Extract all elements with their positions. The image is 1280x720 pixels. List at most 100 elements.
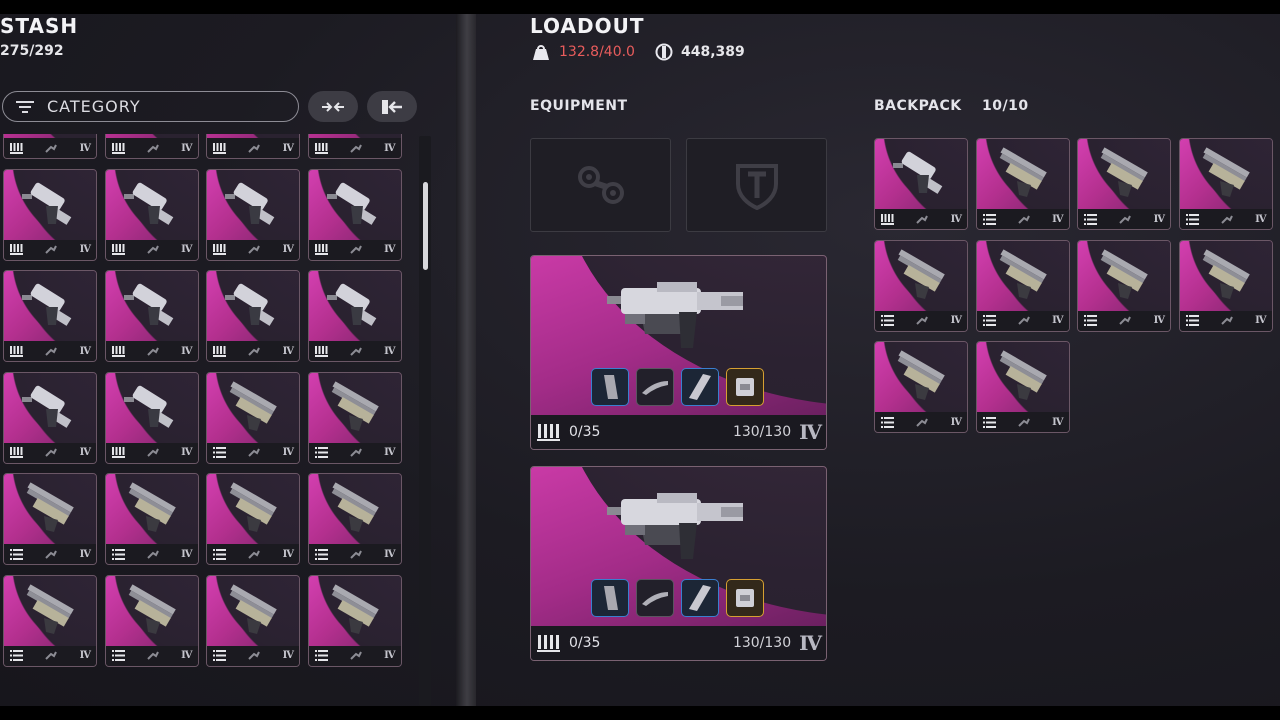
- smg-weapon-icon: [22, 182, 72, 225]
- attachment-icon: [916, 418, 929, 427]
- rifle-weapon-icon: [331, 380, 379, 431]
- stock-attachment[interactable]: [681, 368, 719, 406]
- item-card[interactable]: IV: [975, 341, 1070, 433]
- arrow-into-box-icon: [382, 99, 402, 114]
- tier-badge: IV: [282, 142, 294, 154]
- smg-weapon-icon: [22, 283, 72, 326]
- stash-capacity: 275/292: [0, 43, 64, 59]
- sight-attachment[interactable]: [726, 368, 764, 406]
- ammo-lines-icon: [213, 447, 226, 458]
- ammo-lines-icon: [1185, 213, 1199, 225]
- item-card[interactable]: IV: [1178, 138, 1273, 230]
- rifle-weapon-icon: [229, 380, 277, 431]
- ammo-bars-icon: [537, 635, 560, 652]
- tier-badge: IV: [79, 142, 91, 154]
- item-card[interactable]: IV: [206, 134, 300, 159]
- item-card[interactable]: IV: [874, 138, 968, 230]
- item-card[interactable]: IV: [307, 134, 402, 159]
- attachment-icon: [147, 448, 159, 457]
- ammo-bars-icon: [537, 424, 560, 441]
- category-filter[interactable]: CATEGORY: [2, 91, 299, 122]
- item-card[interactable]: IV: [307, 270, 402, 362]
- item-card[interactable]: IV: [206, 371, 300, 464]
- item-card[interactable]: IV: [206, 168, 300, 261]
- tier-badge: IV: [282, 548, 294, 560]
- stash-grid: IV IV IV IV IV IV IV IV IV IV IV IV IV IV IV IV IV IV IV IV…: [0, 134, 410, 706]
- item-card[interactable]: IV: [307, 574, 402, 667]
- item-card[interactable]: IV: [104, 473, 199, 565]
- attachment-icon: [1119, 215, 1132, 224]
- ammo-bars-icon: [111, 447, 125, 458]
- compact-stash-button[interactable]: [308, 91, 358, 122]
- item-card[interactable]: IV: [104, 270, 199, 362]
- attachment-icon: [1119, 316, 1132, 325]
- item-card[interactable]: IV: [3, 473, 97, 565]
- ammo-count: 0/35: [569, 424, 601, 440]
- tier-badge: IV: [181, 447, 192, 458]
- attachment-icon: [1018, 418, 1030, 427]
- tier-badge: IV: [1052, 416, 1063, 428]
- rifle-weapon-icon: [1100, 147, 1148, 197]
- item-card[interactable]: IV: [307, 168, 402, 261]
- item-card[interactable]: IV: [307, 371, 402, 464]
- item-card[interactable]: IV: [874, 239, 968, 332]
- item-card[interactable]: IV: [104, 371, 199, 464]
- item-card[interactable]: IV: [1077, 138, 1171, 230]
- item-card[interactable]: IV: [1077, 239, 1171, 332]
- tier-badge: IV: [1052, 315, 1063, 326]
- ammo-bars-icon: [213, 345, 226, 357]
- tier-badge: IV: [79, 244, 91, 255]
- item-card[interactable]: IV: [3, 168, 97, 261]
- rifle-weapon-icon: [999, 350, 1047, 400]
- item-card[interactable]: IV: [206, 574, 300, 667]
- tier-badge: IV: [384, 142, 395, 154]
- stash-scroll-thumb[interactable]: [423, 182, 428, 270]
- magazine-attachment[interactable]: [591, 579, 629, 617]
- smg-weapon-icon: [225, 182, 275, 225]
- ammo-bars-icon: [10, 142, 23, 154]
- smg-weapon-icon: [22, 385, 72, 428]
- item-card[interactable]: IV: [104, 134, 199, 159]
- augment-slot[interactable]: [530, 138, 671, 232]
- ammo-lines-icon: [982, 315, 996, 326]
- item-card[interactable]: IV: [3, 270, 97, 362]
- magazine-attachment[interactable]: [591, 368, 629, 406]
- item-card[interactable]: IV: [104, 168, 199, 261]
- barrel-attachment[interactable]: [636, 368, 674, 406]
- ammo-lines-icon: [213, 650, 226, 661]
- shield-slot[interactable]: [686, 138, 827, 232]
- attachment-icon: [350, 347, 362, 356]
- ammo-lines-icon: [10, 650, 23, 661]
- sight-attachment[interactable]: [726, 579, 764, 617]
- tier-badge: IV: [181, 142, 192, 154]
- tier-badge: IV: [181, 548, 192, 560]
- ammo-lines-icon: [213, 548, 226, 560]
- item-card[interactable]: IV: [3, 371, 97, 464]
- item-card[interactable]: IV: [206, 270, 300, 362]
- tier-badge: IV: [384, 244, 395, 255]
- item-card[interactable]: IV: [874, 341, 968, 433]
- ammo-count: 0/35: [569, 635, 601, 651]
- attachment-slots: [591, 368, 764, 406]
- rifle-weapon-icon: [999, 147, 1047, 197]
- item-card[interactable]: IV: [206, 473, 300, 565]
- ammo-lines-icon: [1084, 315, 1097, 326]
- attachment-icon: [248, 245, 261, 254]
- weapon-slot-secondary[interactable]: 0/35 130/130 IV: [530, 466, 827, 661]
- item-card[interactable]: IV: [307, 473, 402, 565]
- transfer-to-stash-button[interactable]: [367, 91, 417, 122]
- item-card[interactable]: IV: [3, 134, 97, 159]
- backpack-capacity: 10/10: [982, 98, 1029, 114]
- item-card[interactable]: IV: [104, 574, 199, 667]
- weapon-slot-primary[interactable]: 0/35 130/130 IV: [530, 255, 827, 450]
- barrel-attachment[interactable]: [636, 579, 674, 617]
- item-card[interactable]: IV: [975, 239, 1070, 332]
- item-card[interactable]: IV: [3, 574, 97, 667]
- tier-badge: IV: [79, 548, 91, 560]
- attachment-icon: [916, 316, 929, 325]
- stock-attachment[interactable]: [681, 579, 719, 617]
- ammo-lines-icon: [111, 650, 125, 661]
- ammo-lines-icon: [881, 416, 894, 428]
- item-card[interactable]: IV: [975, 138, 1070, 230]
- item-card[interactable]: IV: [1178, 239, 1273, 332]
